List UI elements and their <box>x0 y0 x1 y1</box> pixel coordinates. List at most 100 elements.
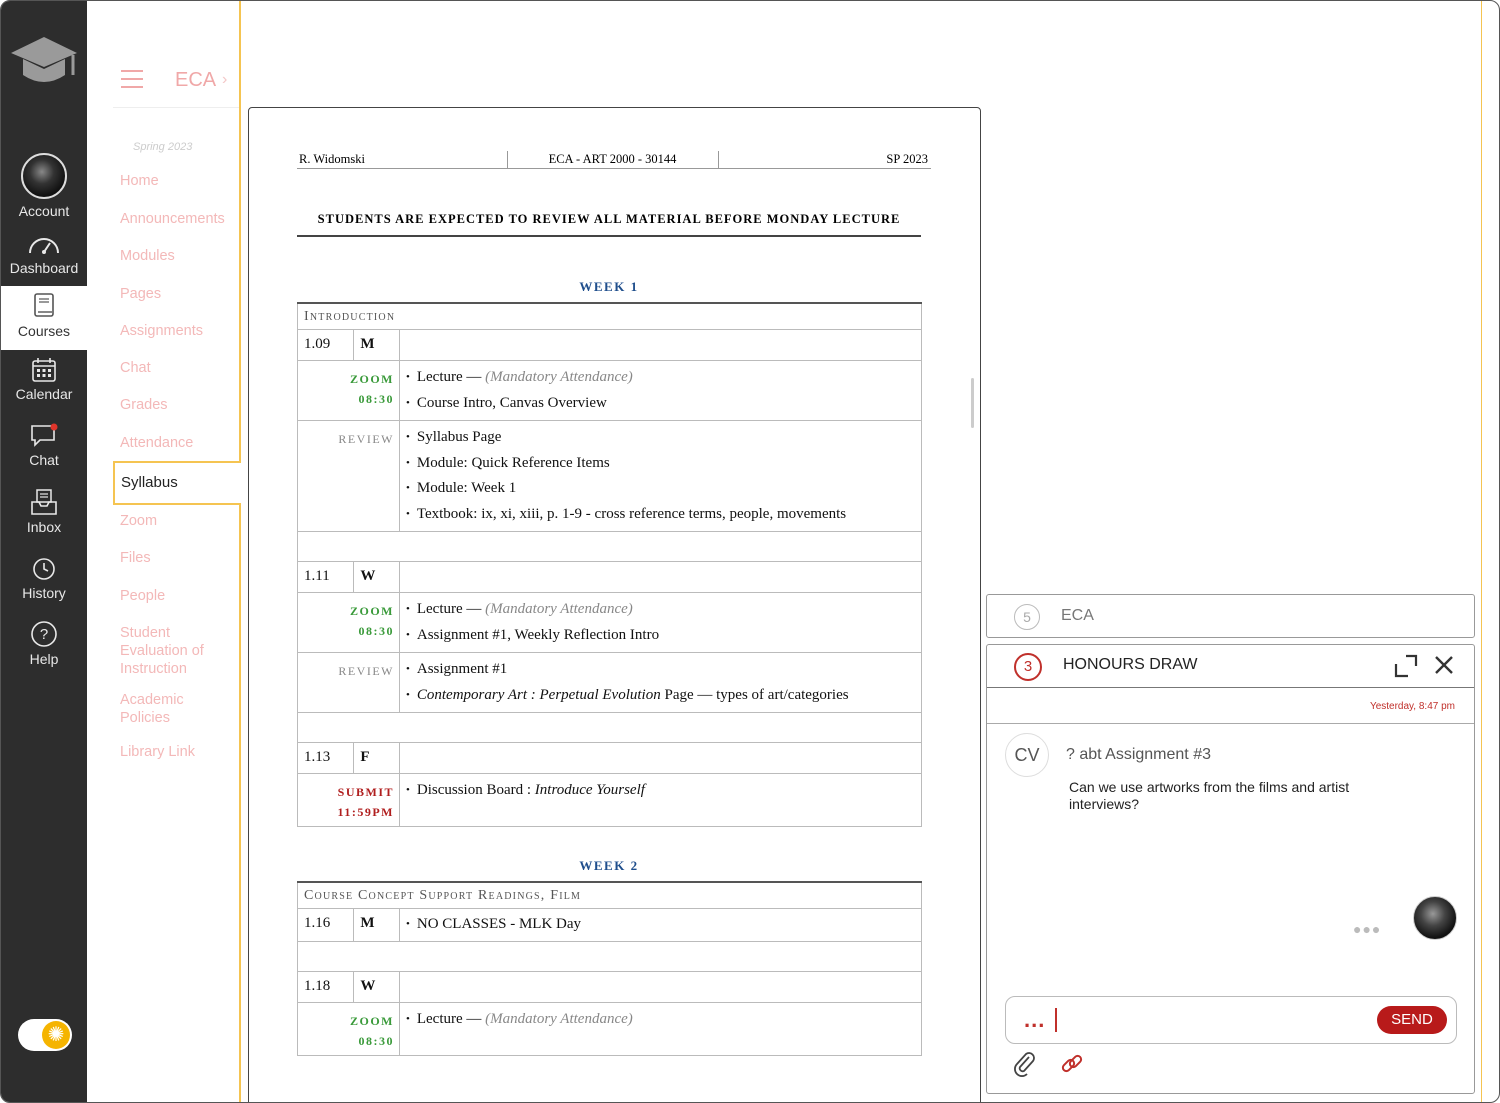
nav-chat[interactable]: Chat <box>1 423 87 468</box>
course-link-chat[interactable]: Chat <box>120 359 151 377</box>
nav-history[interactable]: History <box>1 556 87 601</box>
course-link-announcements[interactable]: Announcements <box>120 210 225 228</box>
paperclip-icon[interactable] <box>1013 1051 1037 1077</box>
date-cell: 1.18 <box>296 970 355 1003</box>
list-item: Lecture — (Mandatory Attendance) <box>399 1001 922 1056</box>
nav-calendar-label: Calendar <box>15 386 73 402</box>
sun-icon: ✺ <box>42 1021 70 1049</box>
list-item: Lecture — (Mandatory Attendance) Course … <box>399 360 922 421</box>
inbox-icon <box>31 489 57 515</box>
table-row: REVIEW Assignment #1 Contemporary Art : … <box>297 652 922 713</box>
nav-chat-label: Chat <box>29 452 59 468</box>
chat-title: HONOURS DRAW <box>1063 656 1198 673</box>
message-input[interactable]: ... SEND <box>1005 996 1457 1044</box>
term-code: SP 2023 <box>719 151 931 169</box>
user-avatar <box>1413 896 1457 940</box>
date-cell: 1.11 <box>296 561 355 593</box>
link-icon[interactable] <box>1059 1051 1085 1077</box>
calendar-icon <box>32 358 56 382</box>
app-window: Account Dashboard Courses Calendar Chat … <box>0 0 1500 1103</box>
chat-bubble-icon <box>31 423 58 447</box>
table-row: 1.09 M <box>296 329 922 361</box>
svg-text:?: ? <box>40 626 48 643</box>
nav-history-label: History <box>22 585 66 601</box>
nav-inbox[interactable]: Inbox <box>1 488 87 535</box>
course-link-academic-policies[interactable]: Academic Policies <box>120 691 184 727</box>
date-cell: 1.16 <box>296 908 355 942</box>
term-label: Spring 2023 <box>133 141 193 153</box>
nav-calendar[interactable]: Calendar <box>1 357 87 402</box>
nav-dashboard[interactable]: Dashboard <box>1 233 87 276</box>
panel-divider <box>1481 1 1482 1102</box>
dashboard-gauge-icon <box>29 238 59 254</box>
week-1-title: WEEK 1 <box>579 279 639 294</box>
course-link-assignments[interactable]: Assignments <box>120 322 203 340</box>
week-1-schedule: Introduction 1.09 M ZOOM 08:30 Lecture —… <box>296 302 922 827</box>
day-cell: M <box>353 908 400 942</box>
document-scrollbar[interactable] <box>971 378 974 428</box>
course-link-modules[interactable]: Modules <box>120 247 175 265</box>
chat-title: ECA <box>1061 607 1094 624</box>
course-link-line: Evaluation of <box>120 643 204 659</box>
course-link-attendance[interactable]: Attendance <box>120 434 193 452</box>
divider <box>113 107 239 108</box>
course-link-line: Student <box>120 625 170 641</box>
day-cell: W <box>353 561 400 593</box>
course-link-grades[interactable]: Grades <box>120 396 168 414</box>
submit-tag: SUBMIT 11:59PM <box>297 773 400 827</box>
day-cell: W <box>353 970 400 1003</box>
nav-account-label: Account <box>18 203 70 219</box>
course-link-people[interactable]: People <box>120 587 165 605</box>
table-row: ZOOM 08:30 Lecture — (Mandatory Attendan… <box>297 1001 922 1056</box>
course-link-zoom[interactable]: Zoom <box>120 512 157 530</box>
sender-avatar: CV <box>1005 733 1049 777</box>
chat-minimized-eca[interactable]: 5 ECA <box>986 594 1475 638</box>
course-link-home[interactable]: Home <box>120 172 159 190</box>
theme-toggle[interactable]: ✺ <box>18 1019 72 1051</box>
close-icon[interactable] <box>1433 654 1455 676</box>
list-item: Syllabus Page Module: Quick Reference It… <box>399 420 922 532</box>
unread-count-badge: 5 <box>1014 604 1040 630</box>
table-row: 1.11 W <box>296 561 922 593</box>
list-item: Assignment #1 Contemporary Art : Perpetu… <box>399 652 922 713</box>
nav-account[interactable]: Account <box>1 153 87 219</box>
send-button[interactable]: SEND <box>1377 1006 1447 1034</box>
course-code: ECA - ART 2000 - 30144 <box>508 151 719 169</box>
review-notice: STUDENTS ARE EXPECTED TO REVIEW ALL MATE… <box>297 212 921 237</box>
list-item: NO CLASSES - MLK Day <box>399 908 922 942</box>
table-row: 1.16 M NO CLASSES - MLK Day <box>296 908 922 942</box>
review-tag: REVIEW <box>297 420 400 532</box>
message-input-value: ... <box>1024 1007 1046 1032</box>
chat-window: 3 HONOURS DRAW Yesterday, 8:47 pm CV ? a… <box>986 644 1475 1094</box>
review-tag: REVIEW <box>297 652 400 713</box>
table-row: ZOOM 08:30 Lecture — (Mandatory Attendan… <box>297 360 922 421</box>
zoom-tag: ZOOM 08:30 <box>297 592 400 653</box>
message-body: Can we use artworks from the films and a… <box>1069 779 1350 812</box>
nav-courses-label: Courses <box>17 323 71 339</box>
zoom-tag: ZOOM 08:30 <box>297 360 400 421</box>
course-link-syllabus[interactable]: Syllabus <box>113 461 241 505</box>
graduation-cap-icon[interactable] <box>9 31 79 91</box>
hamburger-menu-icon[interactable] <box>121 70 143 94</box>
nav-courses[interactable]: Courses <box>1 286 87 350</box>
course-link-student-evaluation[interactable]: Student Evaluation of Instruction <box>120 624 204 678</box>
zoom-tag: ZOOM 08:30 <box>297 1001 400 1056</box>
nav-help[interactable]: ? Help <box>1 620 87 667</box>
course-link-syllabus-label: Syllabus <box>121 474 178 491</box>
chevron-right-icon: › <box>222 71 228 88</box>
breadcrumb-course[interactable]: ECA <box>175 69 216 92</box>
message-timestamp: Yesterday, 8:47 pm <box>1369 701 1455 712</box>
nav-help-label: Help <box>29 651 59 667</box>
table-row: SUBMIT 11:59PM Discussion Board : Introd… <box>297 773 922 827</box>
unread-count-badge: 3 <box>1014 653 1042 681</box>
timestamp-bar: Yesterday, 8:47 pm <box>987 688 1474 724</box>
course-link-line: Academic <box>120 692 184 708</box>
typing-indicator: ●●● <box>1353 921 1382 937</box>
course-link-pages[interactable]: Pages <box>120 285 161 303</box>
date-cell: 1.09 <box>296 329 355 361</box>
history-clock-icon <box>33 558 55 580</box>
course-link-library[interactable]: Library Link <box>120 743 195 761</box>
course-link-files[interactable]: Files <box>120 549 151 567</box>
expand-icon[interactable] <box>1394 654 1418 678</box>
table-row: 1.18 W <box>296 970 922 1003</box>
